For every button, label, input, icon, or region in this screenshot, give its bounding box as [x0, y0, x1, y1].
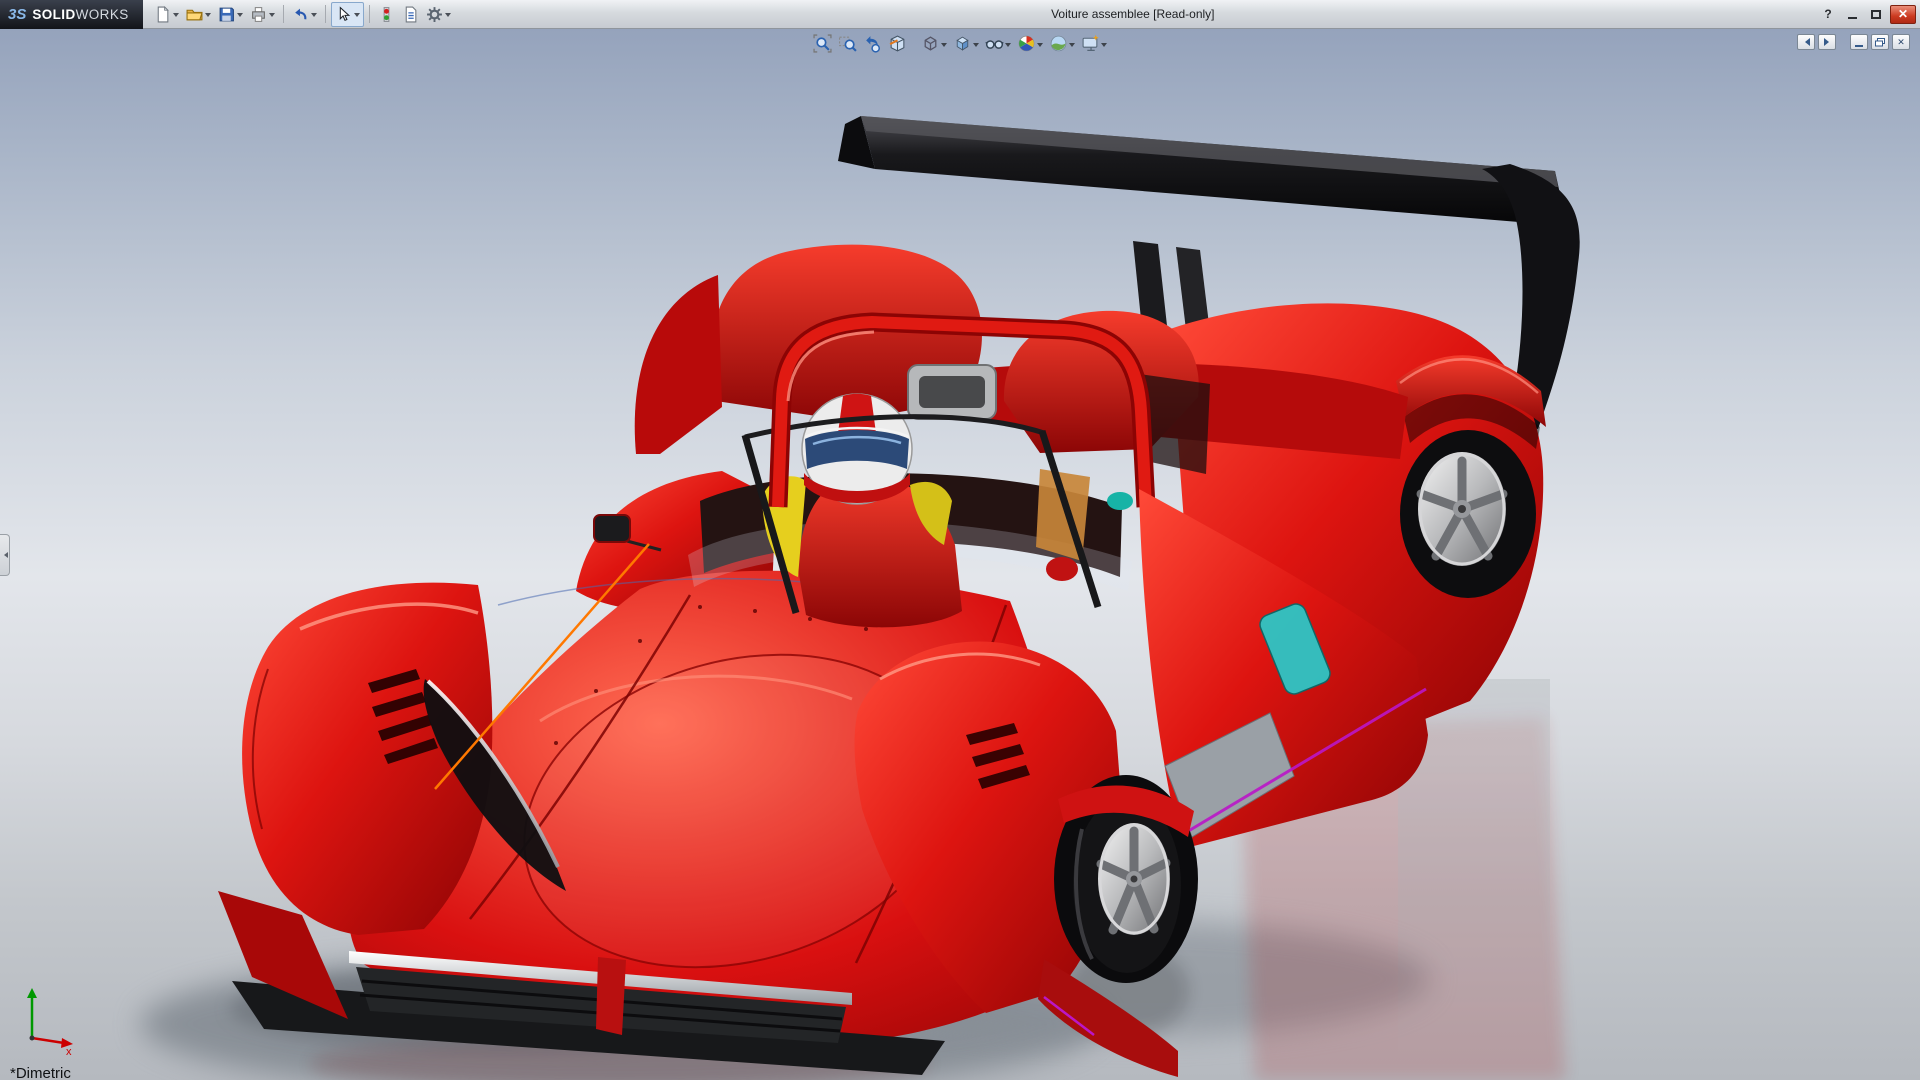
minimize-button[interactable]: [1842, 5, 1862, 24]
restore-document-icon: [1875, 37, 1885, 46]
rebuild-button[interactable]: [375, 2, 398, 27]
minimize-icon: [1847, 17, 1857, 19]
close-icon: ✕: [1897, 7, 1909, 21]
print-button[interactable]: [247, 2, 278, 27]
undo-icon: [294, 8, 307, 19]
orientation-triad: x: [27, 988, 73, 1056]
open-document-button[interactable]: [183, 2, 214, 27]
view-settings-button[interactable]: [1079, 32, 1109, 55]
solidworks-window: 3S SOLIDWORKS Voiture assemblee [Read-on…: [0, 0, 1920, 1080]
featuremanager-flyout-tab[interactable]: [0, 534, 10, 576]
graphics-area[interactable]: ✕ x *Dimetric: [0, 29, 1920, 1080]
undo-button[interactable]: [289, 2, 320, 27]
file-properties-button[interactable]: [399, 2, 422, 27]
previous-document-icon: [1801, 38, 1810, 46]
view-orientation-label: *Dimetric: [10, 1065, 71, 1080]
collapse-arrow-icon: [1, 552, 8, 558]
close-document-icon: ✕: [1897, 36, 1905, 47]
zoom-to-fit-icon: [813, 34, 832, 53]
toolbar-separator: [368, 5, 370, 23]
display-style-icon: [956, 36, 969, 51]
previous-document-button[interactable]: [1797, 34, 1815, 50]
heads-up-toolbar: [811, 32, 1109, 55]
zoom-to-fit-button[interactable]: [811, 32, 834, 55]
close-button[interactable]: ✕: [1890, 4, 1916, 24]
standard-toolbar: [143, 1, 462, 27]
minimize-document-icon: [1855, 44, 1863, 47]
view-orientation-icon: [924, 36, 937, 51]
rear-wheel[interactable]: [1396, 355, 1546, 598]
zoom-to-area-icon: [839, 36, 857, 52]
brand-text: SOLIDWORKS: [32, 6, 129, 22]
select-tool-button[interactable]: [330, 1, 364, 27]
section-view-icon: [889, 35, 905, 52]
driver-helmet[interactable]: [801, 393, 913, 505]
section-view-button[interactable]: [886, 32, 909, 55]
previous-view-button[interactable]: [861, 32, 884, 55]
open-folder-icon: [186, 9, 203, 20]
edit-appearance-icon: [1018, 35, 1035, 52]
maximize-icon: [1871, 9, 1881, 19]
new-document-button[interactable]: [151, 2, 182, 27]
side-mirror[interactable]: [593, 514, 631, 543]
new-document-icon: [157, 5, 169, 22]
restore-document-button[interactable]: [1871, 34, 1889, 50]
maximize-button[interactable]: [1866, 5, 1886, 24]
save-icon: [219, 7, 234, 21]
toolbar-separator: [282, 5, 284, 23]
view-orientation-button[interactable]: [919, 32, 949, 55]
rebuild-icon: [383, 6, 390, 22]
close-document-button[interactable]: ✕: [1892, 34, 1910, 50]
title-bar: 3S SOLIDWORKS Voiture assemblee [Read-on…: [0, 0, 1920, 29]
view-settings-icon: [1082, 34, 1099, 51]
zoom-to-area-button[interactable]: [836, 32, 859, 55]
document-window-controls: ✕: [1797, 34, 1910, 50]
options-gear-icon: [426, 6, 442, 22]
minimize-document-button[interactable]: [1850, 34, 1868, 50]
apply-scene-icon: [1050, 35, 1067, 52]
3ds-logo-icon: 3S: [8, 5, 27, 23]
save-button[interactable]: [215, 2, 246, 27]
solidworks-logo: 3S SOLIDWORKS: [0, 0, 143, 29]
print-icon: [251, 6, 265, 22]
display-style-button[interactable]: [951, 32, 981, 55]
model-render[interactable]: [0, 29, 1920, 1080]
next-document-button[interactable]: [1818, 34, 1836, 50]
next-document-icon: [1823, 38, 1833, 46]
toolbar-separator: [324, 5, 326, 23]
previous-view-icon: [866, 36, 880, 53]
front-wheel[interactable]: [1054, 775, 1198, 983]
hide-show-items-icon: [985, 40, 1004, 49]
file-properties-icon: [405, 6, 416, 22]
options-button[interactable]: [423, 2, 454, 27]
apply-scene-button[interactable]: [1047, 32, 1077, 55]
hide-show-items-button[interactable]: [983, 32, 1013, 55]
edit-appearance-button[interactable]: [1015, 32, 1045, 55]
help-button[interactable]: ?: [1818, 5, 1838, 24]
triad-x-label: x: [66, 1046, 72, 1056]
window-controls: ? ✕: [1818, 4, 1920, 24]
select-cursor-icon: [339, 5, 350, 21]
window-title: Voiture assemblee [Read-only]: [1051, 7, 1215, 21]
